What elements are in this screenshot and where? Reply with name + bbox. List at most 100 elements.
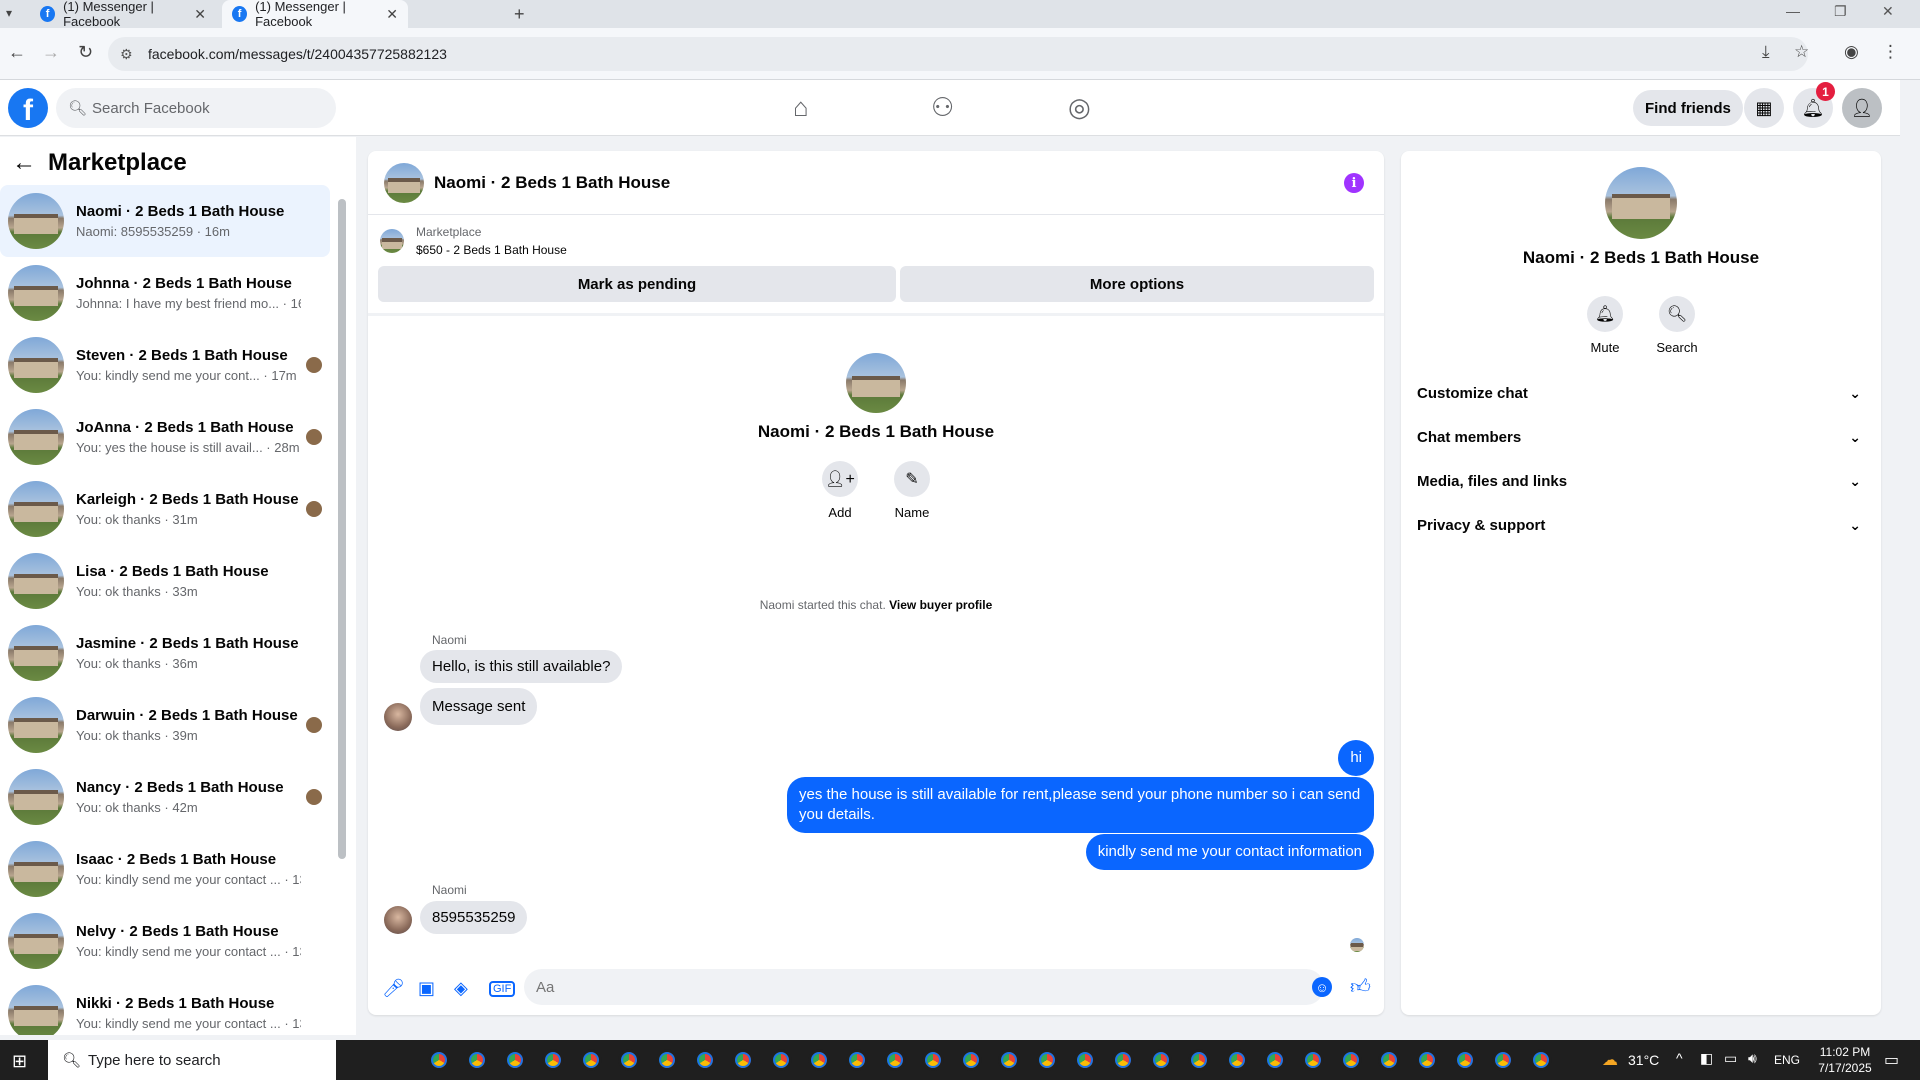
privacy-support-section[interactable]: Privacy & support ⌄ (1417, 505, 1867, 545)
taskbar-clock[interactable]: 11:02 PM 7/17/2025 (1810, 1044, 1880, 1076)
taskbar-chrome-icon[interactable] (1530, 1049, 1552, 1071)
more-options-button[interactable]: More options (900, 266, 1374, 302)
microphone-icon[interactable]: 🎤︎ (382, 978, 405, 999)
taskbar-chrome-icon[interactable] (580, 1049, 602, 1071)
taskbar-chrome-icon[interactable] (504, 1049, 526, 1071)
conversation-item[interactable]: Isaac · 2 Beds 1 Bath House You: kindly s… (0, 833, 330, 905)
minimize-icon[interactable]: — (1786, 3, 1800, 19)
taskbar-search-input[interactable]: 🔍︎ Type here to search (48, 1040, 336, 1080)
taskbar-chrome-icon[interactable] (1454, 1049, 1476, 1071)
search-conversation-button[interactable]: 🔍︎ Search (1647, 296, 1707, 355)
site-settings-icon[interactable]: ⚙ (120, 46, 133, 63)
taskbar-chrome-icon[interactable] (1492, 1049, 1514, 1071)
taskbar-chrome-icon[interactable] (1112, 1049, 1134, 1071)
notification-center-icon[interactable]: ▭ (1884, 1050, 1899, 1070)
new-tab-icon[interactable]: + (514, 4, 525, 25)
customize-chat-section[interactable]: Customize chat ⌄ (1417, 373, 1867, 413)
url-field[interactable]: ⚙ facebook.com/messages/t/24004357725882… (108, 37, 1808, 71)
info-icon[interactable]: i (1344, 173, 1364, 193)
taskbar-chrome-icon[interactable] (1074, 1049, 1096, 1071)
taskbar-chrome-icon[interactable] (1378, 1049, 1400, 1071)
weather-icon[interactable]: ☁ (1602, 1050, 1618, 1070)
sticker-icon[interactable]: ◈ (454, 978, 468, 999)
install-app-icon[interactable]: ⤓ (1762, 42, 1770, 62)
taskbar-chrome-icon[interactable] (770, 1049, 792, 1071)
tray-chevron-up-icon[interactable]: ^ (1676, 1050, 1683, 1066)
conversation-item[interactable]: Nikki · 2 Beds 1 Bath House You: kindly s… (0, 977, 330, 1035)
volume-icon[interactable]: 🔊︎ (1748, 1050, 1757, 1067)
incoming-message[interactable]: Message sent (420, 688, 538, 725)
facebook-search-input[interactable]: 🔍︎ Search Facebook (56, 88, 336, 128)
windows-start-icon[interactable]: ⊞ (12, 1051, 27, 1072)
taskbar-chrome-icon[interactable] (960, 1049, 982, 1071)
taskbar-chrome-icon[interactable] (884, 1049, 906, 1071)
message-input[interactable] (524, 969, 1324, 1005)
browser-tab-1[interactable]: f (1) Messenger | Facebook ✕ (30, 0, 216, 29)
chat-members-section[interactable]: Chat members ⌄ (1417, 417, 1867, 457)
view-buyer-profile-link[interactable]: View buyer profile (889, 598, 992, 612)
conversation-item[interactable]: Nancy · 2 Beds 1 Bath House You: ok thank… (0, 761, 330, 833)
taskbar-chrome-icon[interactable] (808, 1049, 830, 1071)
taskbar-chrome-icon[interactable] (1340, 1049, 1362, 1071)
sidebar-scrollbar[interactable] (338, 199, 346, 859)
emoji-icon[interactable]: ☺ (1312, 977, 1332, 997)
chat-header-thumbnail[interactable] (384, 162, 424, 203)
bookmark-star-icon[interactable]: ☆ (1794, 42, 1809, 62)
mark-as-pending-button[interactable]: Mark as pending (378, 266, 896, 302)
conversation-item[interactable]: Karleigh · 2 Beds 1 Bath House You: ok th… (0, 473, 330, 545)
conversation-item[interactable]: Naomi · 2 Beds 1 Bath House Naomi: 859553… (0, 185, 330, 257)
conversation-item[interactable]: Steven · 2 Beds 1 Bath House You: kindly … (0, 329, 330, 401)
taskbar-chrome-icon[interactable] (998, 1049, 1020, 1071)
mute-button[interactable]: 🔔︎ Mute (1575, 296, 1635, 355)
taskbar-chrome-icon[interactable] (428, 1049, 450, 1071)
page-scrollbar[interactable] (1900, 80, 1920, 1035)
conversation-item[interactable]: Johnna · 2 Beds 1 Bath House Johnna: I ha… (0, 257, 330, 329)
reload-icon[interactable]: ↻ (78, 42, 93, 63)
add-people-button[interactable]: 👤︎+ Add (810, 461, 870, 520)
restore-icon[interactable]: ❐ (1834, 3, 1847, 20)
profile-icon[interactable]: ◉ (1844, 42, 1859, 62)
taskbar-chrome-icon[interactable] (1226, 1049, 1248, 1071)
close-window-icon[interactable]: ✕ (1882, 3, 1894, 20)
conversation-item[interactable]: Darwuin · 2 Beds 1 Bath House You: ok tha… (0, 689, 330, 761)
taskbar-chrome-icon[interactable] (846, 1049, 868, 1071)
thumbs-up-icon[interactable]: 👍︎ (1350, 975, 1371, 999)
tray-icon[interactable]: ◧ (1700, 1050, 1713, 1067)
browser-tab-2[interactable]: f (1) Messenger | Facebook ✕ (222, 0, 408, 29)
tab-list-icon[interactable]: ▾ (6, 6, 12, 20)
facebook-logo[interactable]: f (8, 88, 48, 128)
taskbar-chrome-icon[interactable] (656, 1049, 678, 1071)
taskbar-chrome-icon[interactable] (466, 1049, 488, 1071)
taskbar-chrome-icon[interactable] (694, 1049, 716, 1071)
incoming-message[interactable]: Hello, is this still available? (420, 650, 623, 683)
incoming-message[interactable]: 8595535259 (420, 901, 528, 934)
conversation-item[interactable]: Lisa · 2 Beds 1 Bath House You: ok thanks… (0, 545, 330, 617)
conversation-item[interactable]: Jasmine · 2 Beds 1 Bath House You: ok tha… (0, 617, 330, 689)
home-icon[interactable]: ⌂ (793, 92, 809, 123)
groups-icon[interactable]: ◎ (1068, 92, 1091, 123)
taskbar-chrome-icon[interactable] (1036, 1049, 1058, 1071)
outgoing-message[interactable]: yes the house is still available for ren… (787, 777, 1374, 833)
account-avatar[interactable]: 👤︎ (1842, 88, 1882, 128)
gif-icon[interactable]: GIF (489, 981, 516, 997)
language-indicator[interactable]: ENG (1774, 1053, 1800, 1067)
taskbar-chrome-icon[interactable] (542, 1049, 564, 1071)
conversation-item[interactable]: JoAnna · 2 Beds 1 Bath House You: yes the… (0, 401, 330, 473)
taskbar-chrome-icon[interactable] (1416, 1049, 1438, 1071)
media-files-links-section[interactable]: Media, files and links ⌄ (1417, 461, 1867, 501)
find-friends-button[interactable]: Find friends (1633, 90, 1743, 126)
taskbar-chrome-icon[interactable] (922, 1049, 944, 1071)
outgoing-message[interactable]: hi (1338, 740, 1374, 776)
close-tab-icon[interactable]: ✕ (386, 6, 398, 23)
taskbar-chrome-icon[interactable] (618, 1049, 640, 1071)
weather-temp[interactable]: 31°C (1628, 1052, 1659, 1068)
name-chat-button[interactable]: ✎ Name (882, 461, 942, 520)
network-icon[interactable]: ▭ (1724, 1050, 1737, 1067)
chat-title[interactable]: Naomi · 2 Beds 1 Bath House (434, 173, 670, 193)
taskbar-chrome-icon[interactable] (1150, 1049, 1172, 1071)
marketplace-listing-row[interactable]: Marketplace $650 - 2 Beds 1 Bath House (380, 223, 567, 259)
browser-menu-icon[interactable]: ⋮ (1882, 42, 1899, 62)
back-icon[interactable]: ← (8, 42, 26, 63)
close-tab-icon[interactable]: ✕ (194, 6, 206, 23)
taskbar-chrome-icon[interactable] (732, 1049, 754, 1071)
